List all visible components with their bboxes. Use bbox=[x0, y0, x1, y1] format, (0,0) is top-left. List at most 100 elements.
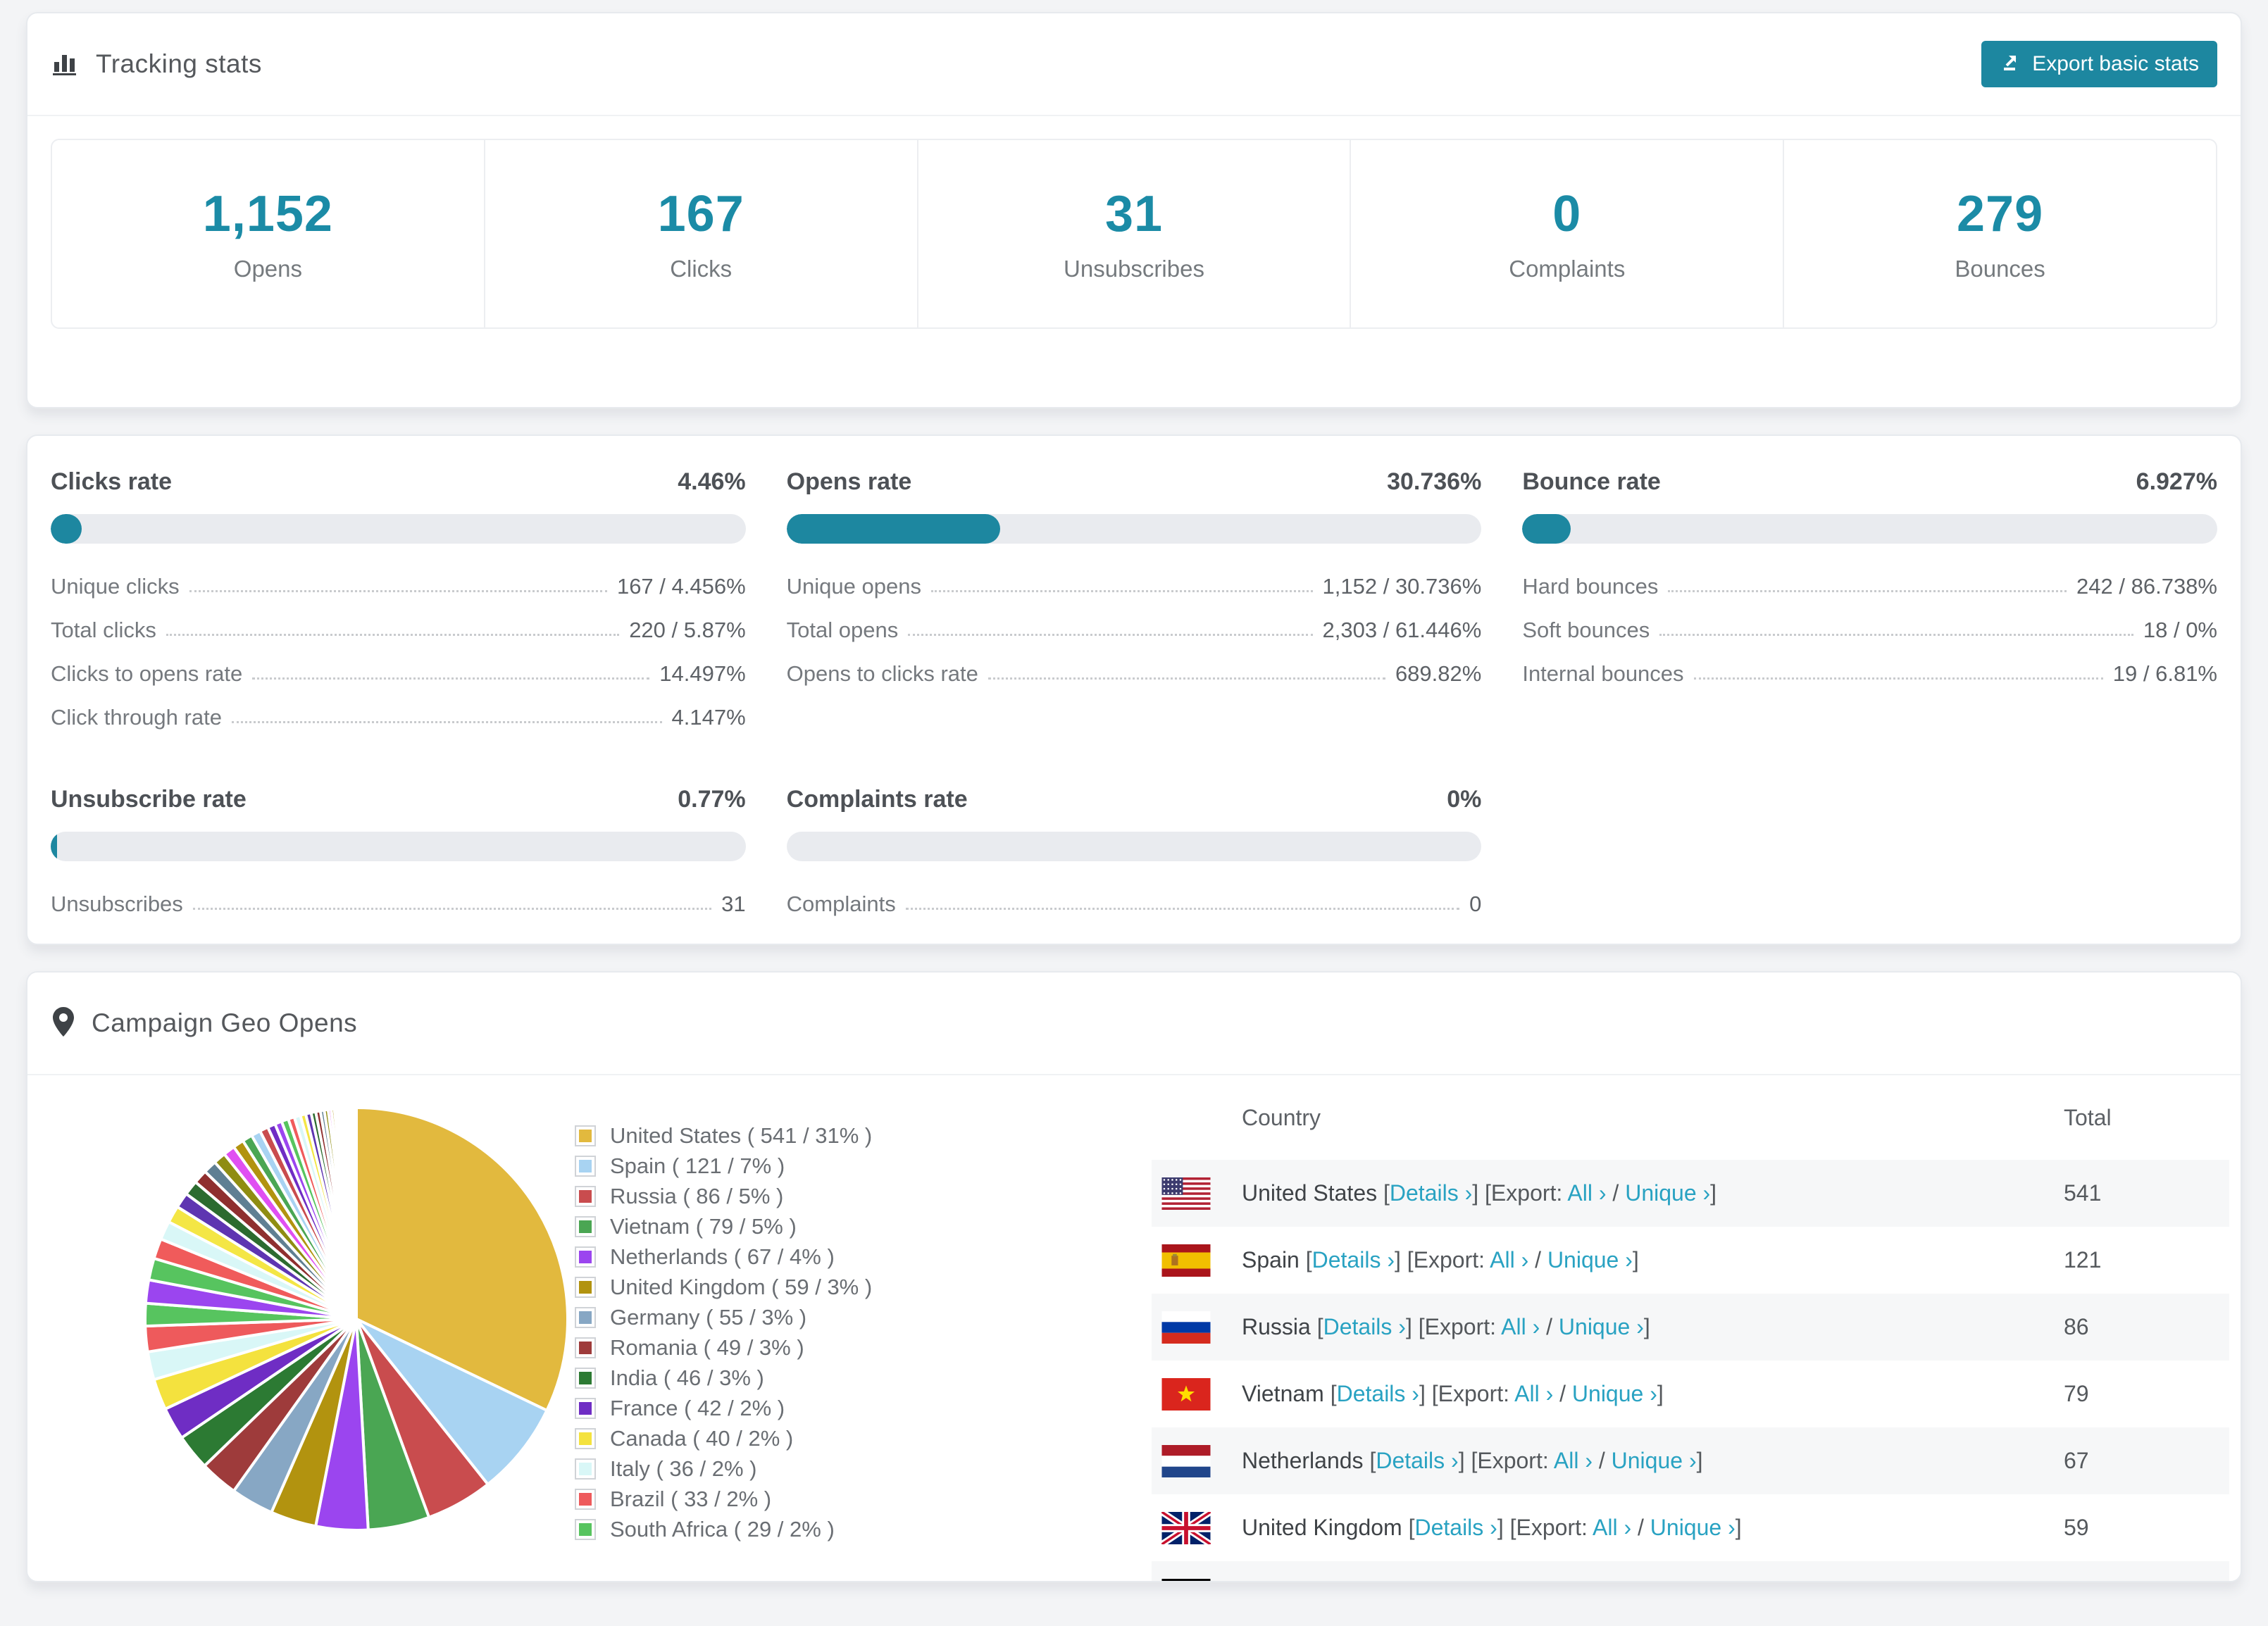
rate-value: 30.736% bbox=[1387, 468, 1482, 495]
export-unique-link[interactable]: Unique › bbox=[1547, 1247, 1633, 1272]
export-all-link[interactable]: All › bbox=[1593, 1515, 1631, 1540]
legend-label: Germany ( 55 / 3% ) bbox=[610, 1304, 807, 1330]
export-basic-stats-button[interactable]: Export basic stats bbox=[1981, 41, 2217, 87]
geo-table: Country Total United States [Details ›] … bbox=[1152, 1075, 2229, 1581]
legend-label: Vietnam ( 79 / 5% ) bbox=[610, 1213, 797, 1239]
details-link[interactable]: Details › bbox=[1390, 1180, 1472, 1206]
legend-item-south-africa[interactable]: South Africa ( 29 / 2% ) bbox=[575, 1514, 1152, 1544]
export-all-link[interactable]: All › bbox=[1490, 1247, 1528, 1272]
legend-swatch bbox=[575, 1155, 596, 1177]
bracket: / bbox=[1553, 1381, 1572, 1406]
legend-swatch bbox=[575, 1185, 596, 1207]
legend-item-spain[interactable]: Spain ( 121 / 7% ) bbox=[575, 1151, 1152, 1181]
country-name: Vietnam bbox=[1242, 1381, 1324, 1406]
rate-progressbar-fill bbox=[1522, 514, 1571, 544]
table-row-ru: Russia [Details ›] [Export: All › / Uniq… bbox=[1152, 1294, 2229, 1361]
flag-gb bbox=[1161, 1511, 1211, 1544]
rate-detail-row: Total opens 2,303 / 61.446% bbox=[787, 608, 1482, 652]
flag-es bbox=[1161, 1244, 1211, 1277]
table-row-gb: United Kingdom [Details ›] [Export: All … bbox=[1152, 1494, 2229, 1561]
bracket: / bbox=[1592, 1448, 1612, 1473]
export-all-link[interactable]: All › bbox=[1514, 1381, 1553, 1406]
rate-progressbar-fill bbox=[786, 514, 1000, 544]
rate-progressbar-fill bbox=[51, 832, 57, 861]
rate-detail-row: Unsubscribes 31 bbox=[51, 882, 746, 926]
dotted-leader bbox=[189, 590, 607, 592]
rate-title: Unsubscribe rate bbox=[51, 786, 247, 813]
legend-item-united-kingdom[interactable]: United Kingdom ( 59 / 3% ) bbox=[575, 1272, 1152, 1302]
rate-detail-value: 4.147% bbox=[671, 705, 746, 730]
summary-stat-label: Opens bbox=[233, 256, 303, 282]
country-column-header: Country bbox=[1242, 1104, 1321, 1130]
rate-panel-head: Clicks rate 4.46% bbox=[51, 468, 746, 496]
legend-item-germany[interactable]: Germany ( 55 / 3% ) bbox=[575, 1302, 1152, 1332]
country-name: United States bbox=[1242, 1180, 1378, 1206]
details-link[interactable]: Details › bbox=[1376, 1448, 1458, 1473]
bracket: ] [Export: bbox=[1472, 1180, 1568, 1206]
legend-item-united-states[interactable]: United States ( 541 / 31% ) bbox=[575, 1120, 1152, 1151]
rate-detail-value: 2,303 / 61.446% bbox=[1322, 618, 1482, 642]
legend-label: United States ( 541 / 31% ) bbox=[610, 1122, 873, 1148]
legend-item-netherlands[interactable]: Netherlands ( 67 / 4% ) bbox=[575, 1242, 1152, 1272]
legend-item-vietnam[interactable]: Vietnam ( 79 / 5% ) bbox=[575, 1211, 1152, 1242]
rate-value: 0% bbox=[1447, 786, 1482, 813]
bracket: ] bbox=[1657, 1381, 1664, 1406]
rate-detail-label: Soft bounces bbox=[1522, 618, 1650, 642]
total-cell: 86 bbox=[2064, 1314, 2089, 1339]
summary-stat-value: 167 bbox=[657, 186, 744, 242]
details-link[interactable]: Details › bbox=[1323, 1314, 1406, 1339]
legend-item-france[interactable]: France ( 42 / 2% ) bbox=[575, 1393, 1152, 1423]
rate-detail-row: Complaints 0 bbox=[787, 882, 1482, 926]
rate-detail-rows: Unique clicks 167 / 4.456% Total clicks 220… bbox=[51, 565, 746, 739]
rate-detail-value: 31 bbox=[721, 892, 746, 916]
dotted-leader bbox=[166, 634, 620, 636]
export-all-link[interactable]: All › bbox=[1567, 1180, 1606, 1206]
export-unique-link[interactable]: Unique › bbox=[1625, 1180, 1710, 1206]
dotted-leader bbox=[1668, 590, 2067, 592]
summary-stat-value: 31 bbox=[1104, 186, 1164, 242]
bracket: [ bbox=[1299, 1247, 1312, 1272]
rate-title: Clicks rate bbox=[51, 468, 172, 495]
export-all-link[interactable]: All › bbox=[1501, 1314, 1540, 1339]
dotted-leader bbox=[1659, 634, 2133, 636]
flag-us bbox=[1161, 1177, 1211, 1210]
details-link[interactable]: Details › bbox=[1312, 1247, 1395, 1272]
rate-detail-row: Soft bounces 18 / 0% bbox=[1522, 608, 2217, 652]
bracket: ] [Export: bbox=[1458, 1448, 1554, 1473]
details-link[interactable]: Details › bbox=[1337, 1381, 1419, 1406]
legend-item-italy[interactable]: Italy ( 36 / 2% ) bbox=[575, 1453, 1152, 1484]
country-cell: United States [Details ›] [Export: All ›… bbox=[1242, 1180, 2064, 1206]
legend-item-brazil[interactable]: Brazil ( 33 / 2% ) bbox=[575, 1484, 1152, 1514]
details-link[interactable]: Details › bbox=[1414, 1515, 1497, 1540]
rate-progressbar bbox=[51, 832, 746, 861]
legend-item-india[interactable]: India ( 46 / 3% ) bbox=[575, 1363, 1152, 1393]
export-unique-link[interactable]: Unique › bbox=[1559, 1314, 1644, 1339]
rate-detail-rows: Hard bounces 242 / 86.738% Soft bounces 18 … bbox=[1522, 565, 2217, 696]
dotted-leader bbox=[987, 677, 1385, 680]
bracket: ] bbox=[1696, 1448, 1703, 1473]
legend-swatch bbox=[575, 1306, 596, 1328]
rate-detail-label: Unique opens bbox=[786, 574, 921, 599]
flag-de bbox=[1161, 1578, 1211, 1581]
legend-item-russia[interactable]: Russia ( 86 / 5% ) bbox=[575, 1181, 1152, 1211]
bracket: ] bbox=[1643, 1314, 1650, 1339]
dotted-leader bbox=[930, 590, 1313, 592]
bracket: ] [Export: bbox=[1405, 1314, 1502, 1339]
legend-item-canada[interactable]: Canada ( 40 / 2% ) bbox=[575, 1423, 1152, 1453]
legend-label: South Africa ( 29 / 2% ) bbox=[610, 1516, 835, 1541]
table-row-us: United States [Details ›] [Export: All ›… bbox=[1152, 1160, 2229, 1227]
legend-item-romania[interactable]: Romania ( 49 / 3% ) bbox=[575, 1332, 1152, 1363]
bracket: [ bbox=[1402, 1515, 1415, 1540]
bracket: / bbox=[1606, 1180, 1626, 1206]
legend-swatch bbox=[575, 1367, 596, 1389]
export-all-link[interactable]: All › bbox=[1554, 1448, 1593, 1473]
tracking-stats-header: Tracking stats Export basic stats bbox=[27, 13, 2241, 116]
rate-detail-row: Click through rate 4.147% bbox=[51, 696, 746, 739]
export-unique-link[interactable]: Unique › bbox=[1612, 1448, 1697, 1473]
rate-detail-value: 18 / 0% bbox=[2143, 618, 2217, 642]
export-unique-link[interactable]: Unique › bbox=[1650, 1515, 1736, 1540]
bracket: ] bbox=[1632, 1247, 1639, 1272]
bar-chart-icon bbox=[51, 48, 80, 81]
export-unique-link[interactable]: Unique › bbox=[1572, 1381, 1657, 1406]
total-cell: 67 bbox=[2064, 1448, 2089, 1473]
